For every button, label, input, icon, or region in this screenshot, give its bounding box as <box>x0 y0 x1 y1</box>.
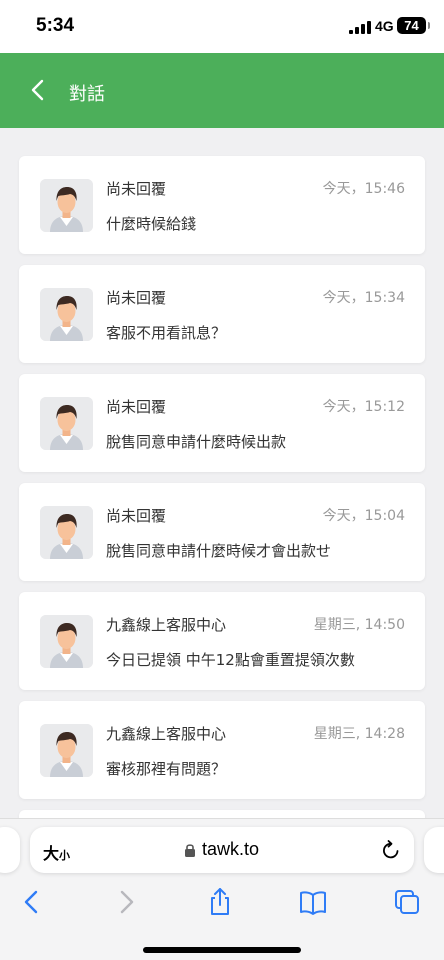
conversation-message: 什麼時候給錢 <box>106 215 197 233</box>
conversation-message: 脫售同意申請什麼時候才會出款せ <box>106 542 332 560</box>
home-indicator <box>143 947 301 953</box>
battery-icon: 74 <box>397 17 430 34</box>
conversation-name: 九鑫線上客服中心 <box>106 616 227 634</box>
back-icon[interactable] <box>17 887 47 917</box>
conversation-time: 星期三, 14:50 <box>313 617 405 633</box>
conversation-name: 尚未回覆 <box>106 289 167 307</box>
user-avatar-icon <box>40 615 93 668</box>
text-size-button[interactable]: 大小 <box>43 840 70 864</box>
text-size-big-label: 大 <box>43 846 60 863</box>
conversation-name: 尚未回覆 <box>106 180 167 198</box>
conversation-item[interactable]: 尚未回覆 今天，15:46 什麼時候給錢 <box>19 156 425 254</box>
conversation-name: 尚未回覆 <box>106 507 167 525</box>
url-domain: tawk.to <box>202 839 260 859</box>
forward-icon[interactable] <box>111 887 141 917</box>
user-avatar-icon <box>40 506 93 559</box>
previous-tab-preview[interactable] <box>0 827 20 873</box>
avatar <box>40 179 93 232</box>
conversation-time: 今天，15:34 <box>322 290 405 306</box>
avatar <box>40 397 93 450</box>
status-bar: 5:34 4G 74 <box>0 0 444 53</box>
user-avatar-icon <box>40 179 93 232</box>
signal-icon <box>349 21 371 34</box>
network-label: 4G <box>375 18 394 34</box>
conversation-message: 審核那裡有問題？ <box>106 760 227 778</box>
user-avatar-icon <box>40 397 93 450</box>
user-avatar-icon <box>40 724 93 777</box>
conversation-item[interactable]: 尚未回覆 今天，15:34 客服不用看訊息？ <box>19 265 425 363</box>
address-bar[interactable]: 大小 tawk.to <box>30 827 414 873</box>
conversation-item[interactable]: 九鑫線上客服中心 星期三, 14:28 審核那裡有問題？ <box>19 701 425 799</box>
conversation-item-partial[interactable] <box>19 810 425 818</box>
conversation-time: 今天，15:04 <box>322 508 405 524</box>
avatar <box>40 724 93 777</box>
conversation-message: 客服不用看訊息？ <box>106 324 227 342</box>
conversation-time: 星期三, 14:28 <box>313 726 405 742</box>
avatar <box>40 506 93 559</box>
conversation-time: 今天，15:46 <box>322 181 405 197</box>
avatar <box>40 288 93 341</box>
share-icon[interactable] <box>205 887 235 917</box>
conversation-item[interactable]: 尚未回覆 今天，15:12 脫售同意申請什麼時候出款 <box>19 374 425 472</box>
back-chevron-icon[interactable] <box>30 79 46 101</box>
user-avatar-icon <box>40 288 93 341</box>
conversation-message: 今日已提領 中午12點會重置提領次數 <box>106 651 355 669</box>
avatar <box>40 615 93 668</box>
conversation-name: 尚未回覆 <box>106 398 167 416</box>
conversation-item[interactable]: 九鑫線上客服中心 星期三, 14:50 今日已提領 中午12點會重置提領次數 <box>19 592 425 690</box>
reload-icon[interactable] <box>380 839 402 861</box>
browser-toolbar: 大小 tawk.to <box>0 818 444 960</box>
conversation-name: 九鑫線上客服中心 <box>106 725 227 743</box>
app-header: 對話 <box>0 53 444 128</box>
conversation-time: 今天，15:12 <box>322 399 405 415</box>
lock-icon <box>185 844 195 857</box>
next-tab-preview[interactable] <box>424 827 444 873</box>
status-time: 5:34 <box>36 15 75 36</box>
bookmarks-icon[interactable] <box>298 887 328 917</box>
conversation-message: 脫售同意申請什麼時候出款 <box>106 433 287 451</box>
conversation-item[interactable]: 尚未回覆 今天，15:04 脫售同意申請什麼時候才會出款せ <box>19 483 425 581</box>
text-size-small-label: 小 <box>59 850 71 862</box>
page-title: 對話 <box>69 84 105 105</box>
tabs-icon[interactable] <box>392 887 422 917</box>
conversation-list[interactable]: 尚未回覆 今天，15:46 什麼時候給錢 尚未回覆 今天，15:34 客服不用看… <box>0 128 444 818</box>
